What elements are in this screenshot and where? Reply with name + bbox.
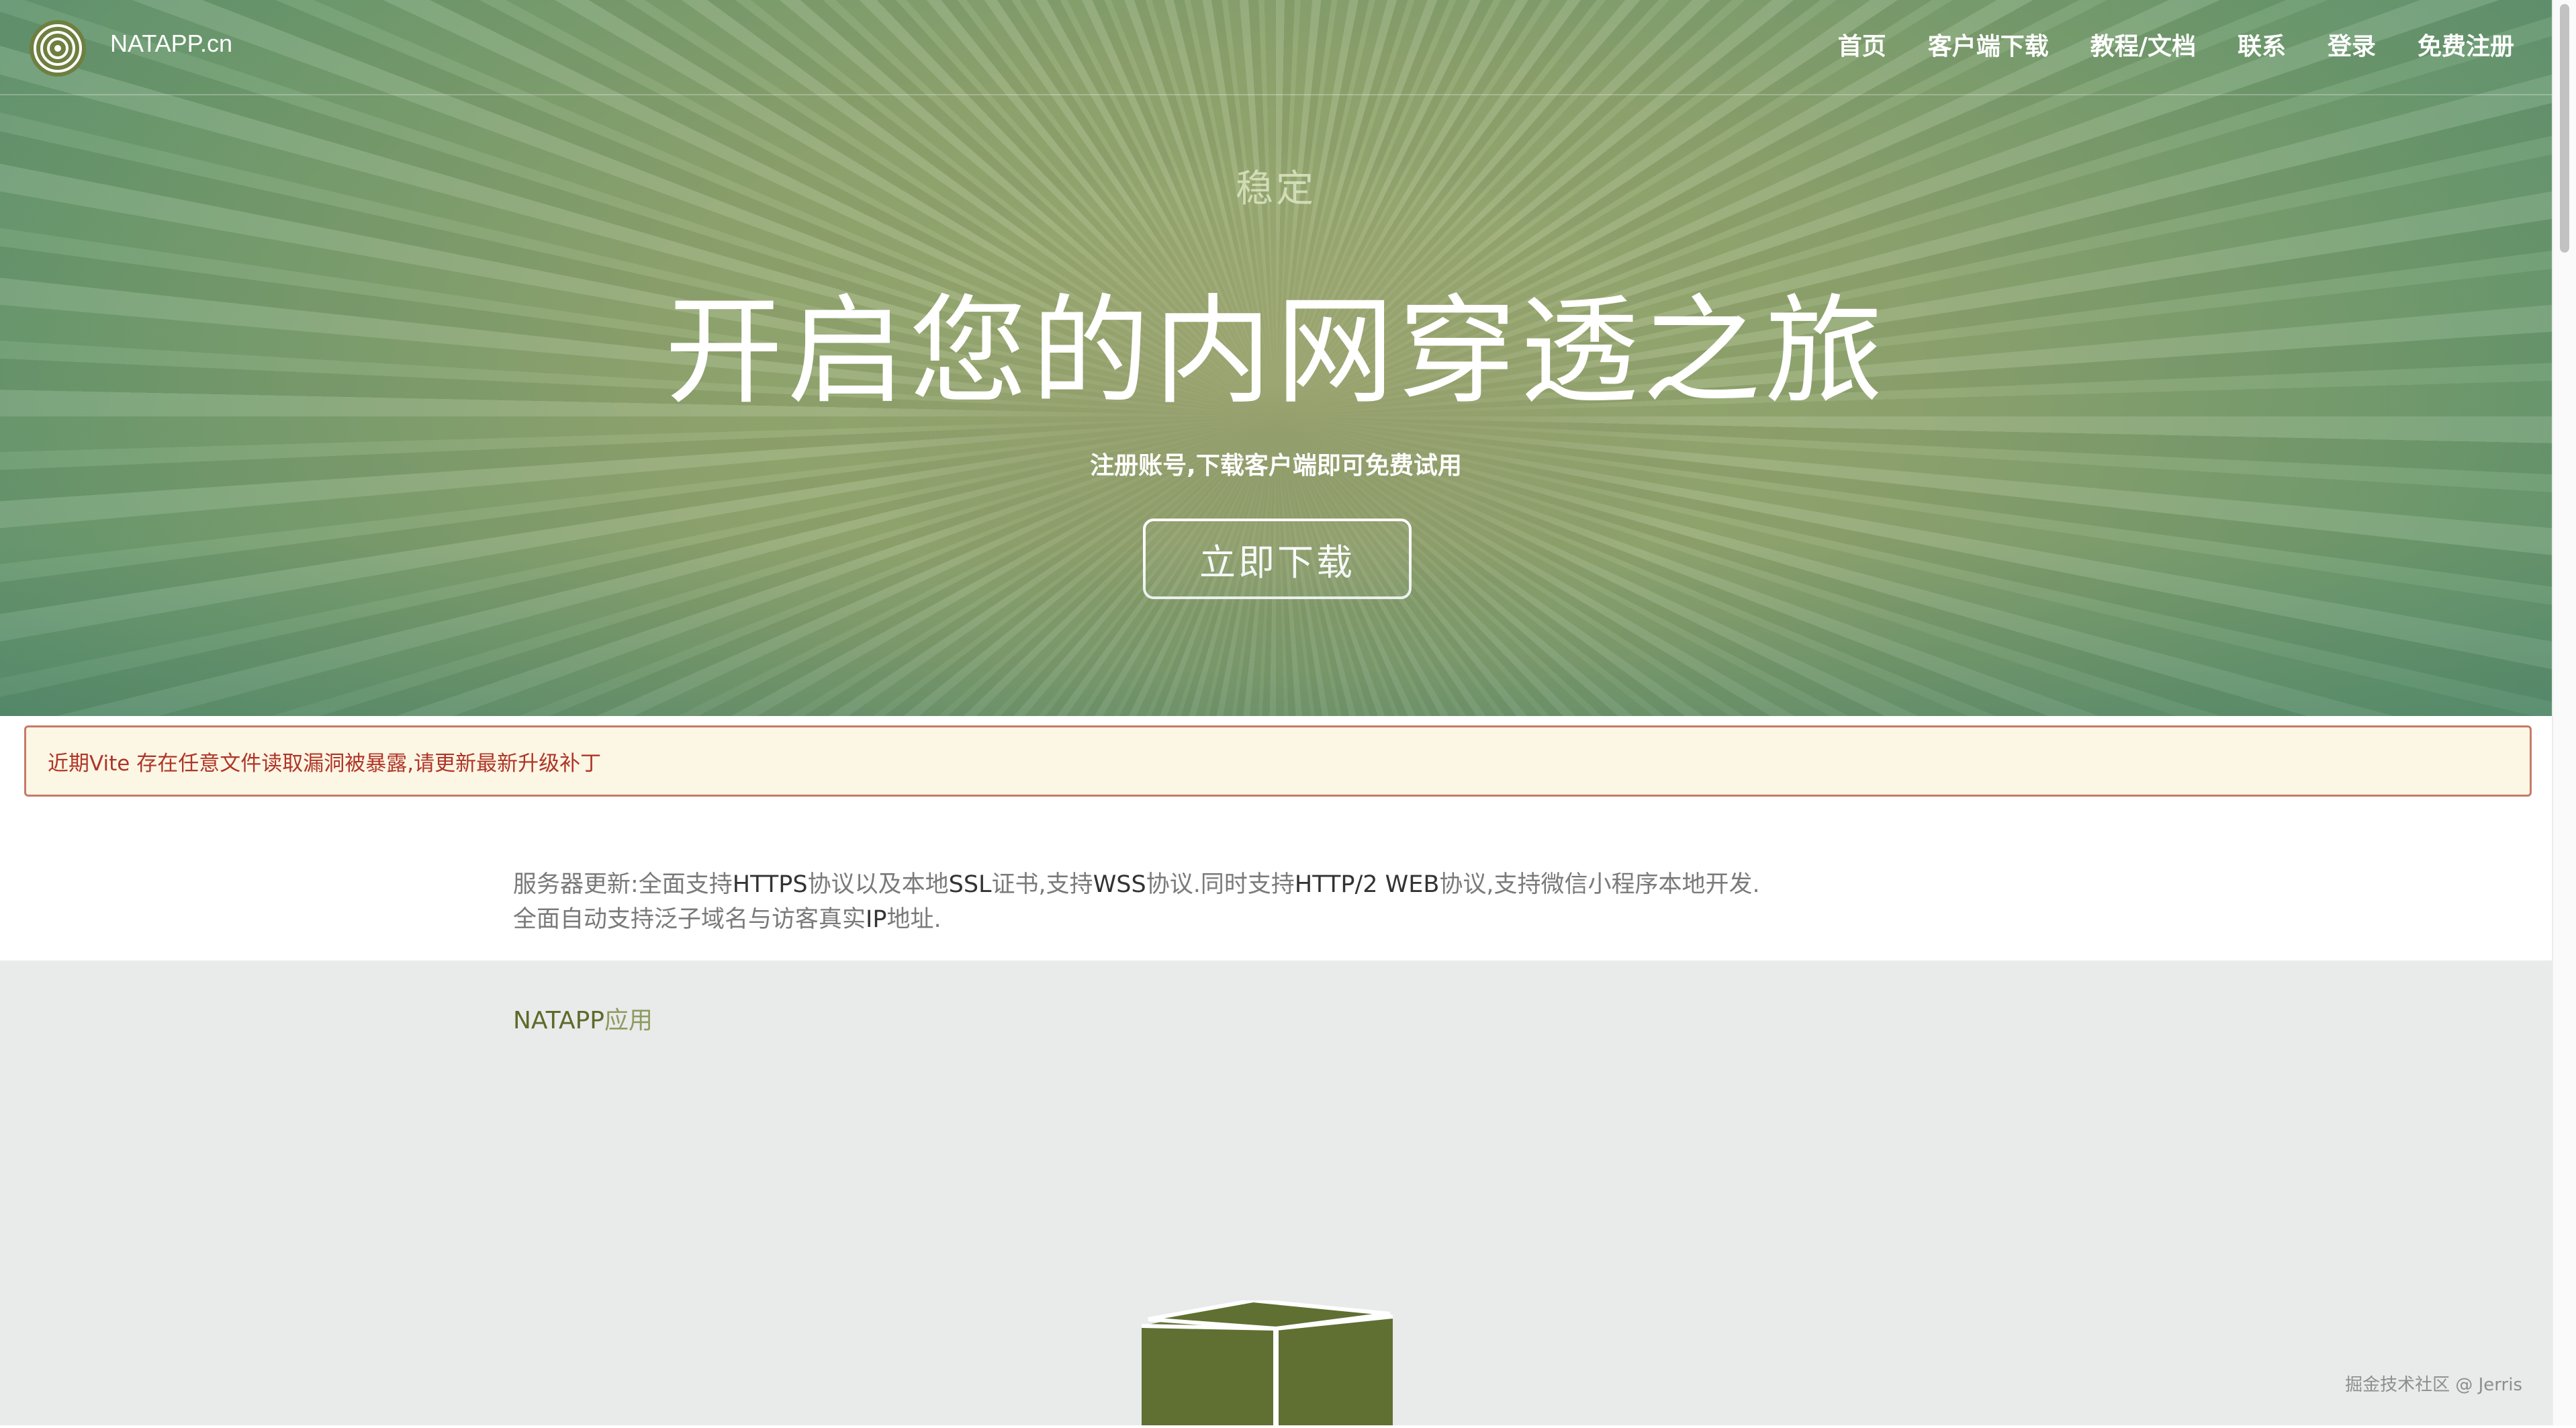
alert-text: 近期Vite 存在任意文件读取漏洞被暴露,请更新最新升级补丁	[48, 751, 602, 776]
update-text: 协议以及本地	[807, 871, 949, 898]
server-update-section: 服务器更新:全面支持HTTPS协议以及本地SSL证书,支持WSS协议.同时支持H…	[0, 797, 2552, 961]
top-navbar: NATAPP.cn 首页 客户端下载 教程/文档 联系 登录 免费注册	[0, 0, 2552, 95]
target-rings-logo-icon[interactable]	[30, 20, 86, 77]
update-keyword: IP	[866, 906, 887, 933]
scrollbar-thumb[interactable]	[2560, 4, 2569, 253]
brand-name[interactable]: NATAPP.cn	[110, 30, 232, 58]
watermark: 掘金技术社区 @ Jerris	[2345, 1375, 2522, 1395]
update-text: 协议,支持微信小程序本地开发.	[1439, 871, 1760, 898]
download-now-button[interactable]: 立即下载	[1143, 519, 1412, 599]
update-text: 服务器更新:全面支持	[513, 871, 733, 898]
nav-docs[interactable]: 教程/文档	[2090, 27, 2196, 62]
hero-section: NATAPP.cn 首页 客户端下载 教程/文档 联系 登录 免费注册 稳定 开…	[0, 0, 2552, 716]
hero-title: 开启您的内网穿透之旅	[664, 283, 1887, 420]
update-text: 地址.	[886, 906, 941, 933]
apps-section: NATAPP应用 掘金技术社区 @ Jerris	[0, 961, 2552, 1425]
hero-eyebrow: 稳定	[1236, 167, 1316, 211]
server-update-line-2: 全面自动支持泛子域名与访客真实IP地址.	[513, 900, 941, 934]
nav-home[interactable]: 首页	[1838, 27, 1886, 62]
apps-title-suffix: 应用	[604, 1007, 653, 1034]
update-keyword: HTTPS	[732, 871, 808, 898]
apps-title-brand: NATAPP	[513, 1007, 605, 1034]
nav-login[interactable]: 登录	[2328, 27, 2376, 62]
nav-register[interactable]: 免费注册	[2418, 27, 2514, 62]
main-nav: 首页 客户端下载 教程/文档 联系 登录 免费注册	[1838, 27, 2514, 62]
vertical-scrollbar[interactable]	[2552, 0, 2576, 1425]
warning-alert: 近期Vite 存在任意文件读取漏洞被暴露,请更新最新升级补丁	[24, 725, 2532, 797]
update-keyword: WSS	[1093, 871, 1146, 898]
update-keyword: SSL	[948, 871, 992, 898]
update-text: 协议.同时支持	[1146, 871, 1295, 898]
box-cube-icon	[1141, 1298, 1397, 1428]
server-update-line-1: 服务器更新:全面支持HTTPS协议以及本地SSL证书,支持WSS协议.同时支持H…	[513, 865, 1760, 899]
nav-contact[interactable]: 联系	[2238, 27, 2286, 62]
update-text: 证书,支持	[991, 871, 1093, 898]
nav-client-download[interactable]: 客户端下载	[1928, 27, 2049, 62]
update-text: 全面自动支持泛子域名与访客真实	[513, 906, 866, 933]
update-keyword: HTTP/2 WEB	[1294, 871, 1440, 898]
apps-title: NATAPP应用	[513, 1001, 653, 1036]
hero-subtitle: 注册账号,下载客户端即可免费试用	[1090, 452, 1462, 480]
page: NATAPP.cn 首页 客户端下载 教程/文档 联系 登录 免费注册 稳定 开…	[0, 0, 2552, 1425]
